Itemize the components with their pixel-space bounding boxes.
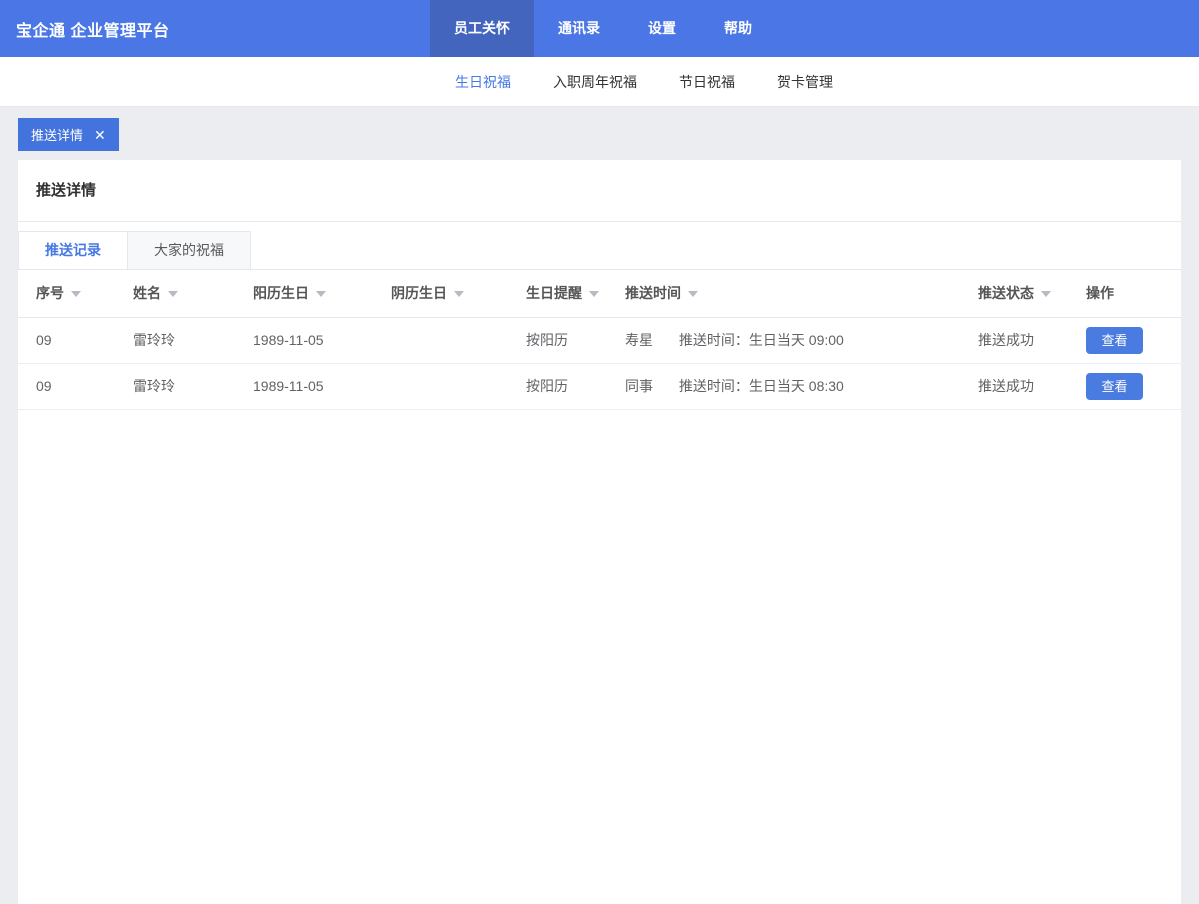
column-header-actions: 操作: [1086, 270, 1181, 317]
column-header-label: 阳历生日: [253, 285, 309, 301]
column-header-push-time: 推送时间: [625, 270, 978, 317]
table-row: 09 雷玲玲 1989-11-05 按阳历 寿星 推送时间：生日当天 09:00…: [18, 317, 1181, 363]
topnav-item-help[interactable]: 帮助: [700, 0, 776, 57]
sort-down-icon[interactable]: [71, 291, 81, 297]
topnav-item-employee-care[interactable]: 员工关怀: [430, 0, 534, 57]
cell-reminder: 按阳历: [526, 317, 625, 363]
push-time-text: 推送时间：生日当天 09:00: [679, 332, 844, 348]
column-header-label: 推送时间: [625, 285, 681, 301]
table-header-row: 序号 姓名 阳历生日 阴历生日 生日提醒 推送时间 推送状态 操作: [18, 270, 1181, 317]
cell-solar-birthday: 1989-11-05: [253, 317, 391, 363]
cell-index: 09: [18, 317, 133, 363]
column-header-reminder: 生日提醒: [526, 270, 625, 317]
panel-title: 推送详情: [18, 160, 1181, 222]
column-header-label: 生日提醒: [526, 285, 582, 301]
column-header-label: 序号: [36, 285, 64, 301]
recipient-label: 同事: [625, 378, 653, 394]
column-header-label: 操作: [1086, 285, 1114, 301]
cell-index: 09: [18, 363, 133, 409]
sort-down-icon[interactable]: [589, 291, 599, 297]
view-button[interactable]: 查看: [1086, 327, 1143, 354]
push-records-table: 序号 姓名 阳历生日 阴历生日 生日提醒 推送时间 推送状态 操作 09 雷玲玲…: [18, 270, 1181, 410]
sort-down-icon[interactable]: [1041, 291, 1051, 297]
route-tag-push-detail[interactable]: 推送详情 ✕: [18, 118, 119, 151]
cell-name: 雷玲玲: [133, 317, 253, 363]
cell-push-time: 同事 推送时间：生日当天 08:30: [625, 363, 978, 409]
panel-tabs: 推送记录 大家的祝福: [18, 231, 1181, 270]
tab-push-records[interactable]: 推送记录: [18, 231, 128, 269]
sort-down-icon[interactable]: [688, 291, 698, 297]
sub-nav: 生日祝福 入职周年祝福 节日祝福 贺卡管理: [0, 57, 1199, 107]
subnav-item-card-management[interactable]: 贺卡管理: [777, 72, 833, 92]
subnav-item-anniversary-wishes[interactable]: 入职周年祝福: [553, 72, 637, 92]
cell-actions: 查看: [1086, 317, 1181, 363]
column-header-label: 阴历生日: [391, 285, 447, 301]
cell-actions: 查看: [1086, 363, 1181, 409]
sort-down-icon[interactable]: [454, 291, 464, 297]
content-area: 推送详情 ✕ 推送详情 推送记录 大家的祝福 序号 姓名 阳历生日 阴历生日 生…: [0, 107, 1199, 904]
sort-down-icon[interactable]: [316, 291, 326, 297]
push-time-text: 推送时间：生日当天 08:30: [679, 378, 844, 394]
topnav-item-settings[interactable]: 设置: [624, 0, 700, 57]
cell-lunar-birthday: [391, 317, 526, 363]
subnav-item-birthday-wishes[interactable]: 生日祝福: [455, 72, 511, 92]
column-header-label: 推送状态: [978, 285, 1034, 301]
table-row: 09 雷玲玲 1989-11-05 按阳历 同事 推送时间：生日当天 08:30…: [18, 363, 1181, 409]
cell-reminder: 按阳历: [526, 363, 625, 409]
top-header: 宝企通 企业管理平台 员工关怀 通讯录 设置 帮助: [0, 0, 1199, 57]
recipient-label: 寿星: [625, 332, 653, 348]
tab-everyones-wishes[interactable]: 大家的祝福: [128, 231, 251, 269]
column-header-solar-birthday: 阳历生日: [253, 270, 391, 317]
cell-push-time: 寿星 推送时间：生日当天 09:00: [625, 317, 978, 363]
cell-lunar-birthday: [391, 363, 526, 409]
cell-push-status: 推送成功: [978, 317, 1086, 363]
close-icon[interactable]: ✕: [94, 128, 106, 142]
app-title: 宝企通 企业管理平台: [0, 17, 169, 41]
column-header-lunar-birthday: 阴历生日: [391, 270, 526, 317]
top-nav: 员工关怀 通讯录 设置 帮助: [430, 0, 776, 57]
cell-name: 雷玲玲: [133, 363, 253, 409]
cell-solar-birthday: 1989-11-05: [253, 363, 391, 409]
topnav-item-contacts[interactable]: 通讯录: [534, 0, 624, 57]
column-header-name: 姓名: [133, 270, 253, 317]
view-button[interactable]: 查看: [1086, 373, 1143, 400]
cell-push-status: 推送成功: [978, 363, 1086, 409]
column-header-index: 序号: [18, 270, 133, 317]
route-tag-label: 推送详情: [31, 125, 83, 144]
push-detail-panel: 推送详情 推送记录 大家的祝福 序号 姓名 阳历生日 阴历生日 生日提醒 推送时…: [18, 160, 1181, 904]
sort-down-icon[interactable]: [168, 291, 178, 297]
column-header-push-status: 推送状态: [978, 270, 1086, 317]
column-header-label: 姓名: [133, 285, 161, 301]
subnav-item-holiday-wishes[interactable]: 节日祝福: [679, 72, 735, 92]
